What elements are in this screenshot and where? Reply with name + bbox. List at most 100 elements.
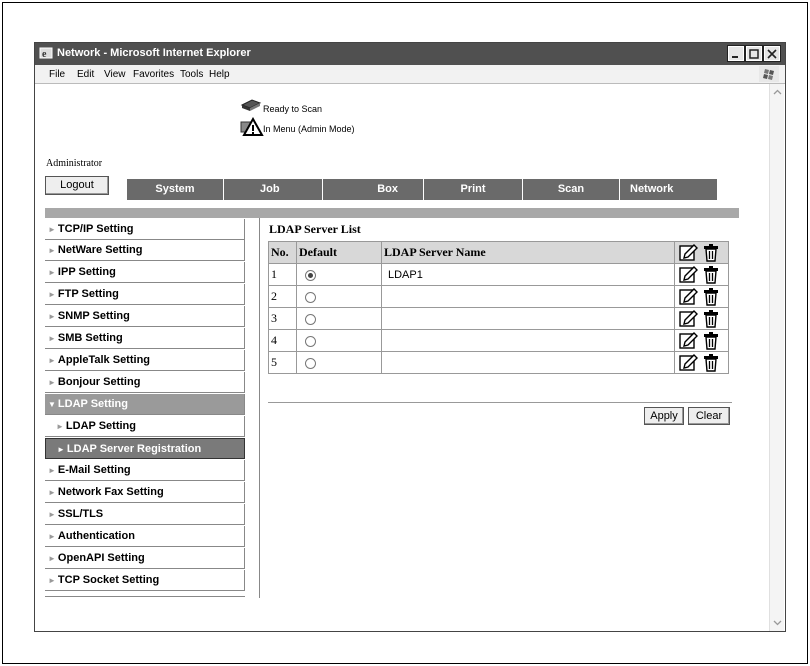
sidebar-item-ldap-group[interactable]: ▼ LDAP Setting [45, 394, 245, 415]
status-mode: In Menu (Admin Mode) [263, 124, 355, 134]
sidebar-item-netware[interactable]: ► NetWare Setting [45, 240, 245, 261]
header-no: No. [268, 241, 297, 264]
tab-scan[interactable]: Scan [523, 179, 620, 200]
edit-icon[interactable] [678, 353, 698, 372]
tab-print[interactable]: Print [424, 179, 523, 200]
ldap-list-title: LDAP Server List [269, 222, 361, 236]
trash-icon[interactable] [701, 265, 721, 284]
header-icons [674, 241, 729, 264]
sidebar-item-authentication[interactable]: ► Authentication [45, 526, 245, 547]
table-row: 2 [268, 285, 729, 308]
status-ready: Ready to Scan [263, 104, 323, 114]
row-number: 2 [268, 285, 297, 308]
minimize-icon [732, 56, 738, 58]
scroll-up-icon[interactable] [773, 88, 782, 97]
default-radio-cell [296, 285, 382, 308]
user-label: Administrator [46, 158, 103, 169]
sidebar-item-appletalk[interactable]: ► AppleTalk Setting [45, 350, 245, 371]
sidebar-item-ldap-setting[interactable]: ► LDAP Setting [45, 416, 245, 437]
menu-file[interactable]: File [49, 69, 65, 80]
table-header-row: No. Default LDAP Server Name [268, 241, 729, 264]
sidebar-item-email[interactable]: ► E-Mail Setting [45, 460, 245, 481]
tab-job[interactable]: Job [224, 179, 323, 200]
table-bottom-divider [268, 402, 732, 403]
warning-icon [240, 117, 264, 136]
menu-view[interactable]: View [104, 69, 126, 80]
default-radio-cell [296, 263, 382, 286]
edit-icon[interactable] [678, 265, 698, 284]
table-row: 5 [268, 351, 729, 374]
default-radio[interactable] [305, 269, 316, 281]
table-row: 4 [268, 329, 729, 352]
printer-icon [240, 99, 262, 111]
sidebar-item-tcpip[interactable]: ► TCP/IP Setting [45, 219, 245, 240]
server-name [381, 307, 675, 330]
menu-help[interactable]: Help [209, 69, 230, 80]
close-button[interactable] [763, 45, 781, 62]
sidebar-item-smb[interactable]: ► SMB Setting [45, 328, 245, 349]
trash-icon[interactable] [701, 287, 721, 306]
table-row: 1 LDAP1 [268, 263, 729, 286]
trash-icon[interactable] [701, 331, 721, 350]
default-radio[interactable] [305, 291, 316, 303]
edit-icon [679, 243, 698, 261]
sidebar-item-ssl-tls[interactable]: ► SSL/TLS [45, 504, 245, 525]
header-default: Default [296, 241, 382, 264]
menu-bar: File Edit View Favorites Tools Help [35, 65, 785, 84]
scroll-down-icon[interactable] [773, 618, 782, 627]
header-divider-bar [45, 208, 739, 218]
header-name: LDAP Server Name [381, 241, 675, 264]
tab-box[interactable]: Box [323, 179, 424, 200]
row-actions [674, 307, 729, 330]
minimize-button[interactable] [727, 45, 745, 62]
sidebar-item-tcp-socket[interactable]: ► TCP Socket Setting [45, 570, 245, 591]
close-icon [767, 49, 777, 59]
tab-network[interactable]: Network [620, 179, 718, 200]
sidebar-item-ftp[interactable]: ► FTP Setting [45, 284, 245, 305]
edit-icon[interactable] [678, 287, 698, 306]
default-radio-cell [296, 307, 382, 330]
default-radio[interactable] [305, 335, 316, 347]
trash-icon [704, 243, 718, 262]
row-number: 5 [268, 351, 297, 374]
row-actions [674, 329, 729, 352]
sidebar-divider [259, 218, 260, 598]
trash-icon[interactable] [701, 353, 721, 372]
ie-icon: e [39, 47, 53, 60]
server-name [381, 329, 675, 352]
sidebar-item-ipp[interactable]: ► IPP Setting [45, 262, 245, 283]
edit-icon[interactable] [678, 331, 698, 350]
menu-edit[interactable]: Edit [77, 69, 94, 80]
default-radio[interactable] [305, 357, 316, 369]
sidebar-item-ldap-server-registration[interactable]: ► LDAP Server Registration [45, 438, 245, 459]
row-actions [674, 263, 729, 286]
row-number: 1 [268, 263, 297, 286]
sidebar-item-snmp[interactable]: ► SNMP Setting [45, 306, 245, 327]
maximize-button[interactable] [745, 45, 763, 62]
edit-icon[interactable] [678, 309, 698, 328]
tab-system[interactable]: System [127, 179, 224, 200]
default-radio[interactable] [305, 313, 316, 325]
sidebar-item-openapi[interactable]: ► OpenAPI Setting [45, 548, 245, 569]
sidebar-item-network-fax[interactable]: ► Network Fax Setting [45, 482, 245, 503]
clear-button[interactable]: Clear [688, 407, 730, 425]
menu-favorites[interactable]: Favorites [133, 69, 174, 80]
row-actions [674, 285, 729, 308]
row-number: 4 [268, 329, 297, 352]
window-title: Network - Microsoft Internet Explorer [57, 47, 251, 59]
default-radio-cell [296, 351, 382, 374]
server-name: LDAP1 [381, 263, 675, 286]
svg-text:e: e [42, 49, 47, 60]
sidebar-item-bonjour[interactable]: ► Bonjour Setting [45, 372, 245, 393]
server-name [381, 285, 675, 308]
maximize-icon [749, 49, 759, 59]
ldap-server-table: No. Default LDAP Server Name 1 LDAP1 2 3 [268, 241, 729, 374]
trash-icon[interactable] [701, 309, 721, 328]
title-bar: e Network - Microsoft Internet Explorer [35, 43, 785, 65]
vertical-scrollbar[interactable] [769, 84, 784, 631]
apply-button[interactable]: Apply [644, 407, 684, 425]
menu-tools[interactable]: Tools [180, 69, 203, 80]
logout-button[interactable]: Logout [45, 176, 109, 195]
table-row: 3 [268, 307, 729, 330]
windows-logo-icon [759, 66, 779, 82]
